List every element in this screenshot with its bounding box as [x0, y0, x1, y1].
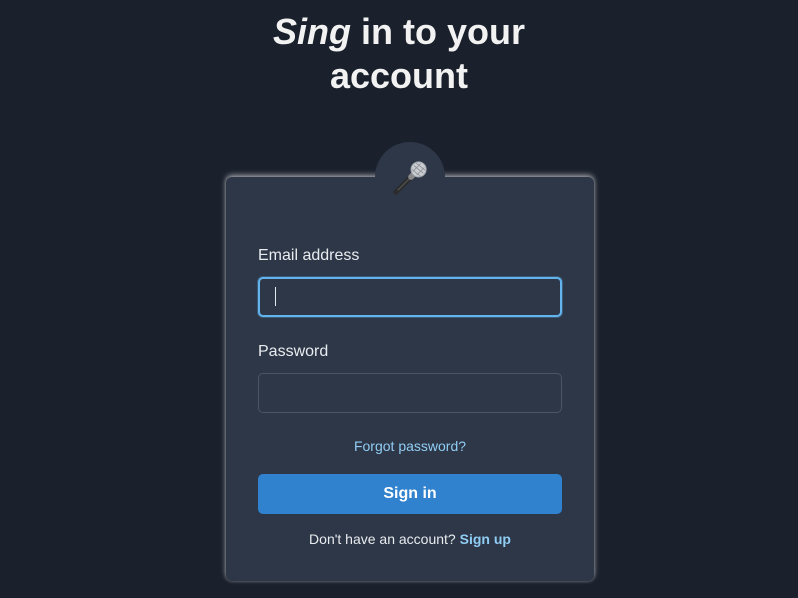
signup-prompt-line: Don't have an account? Sign up: [226, 531, 594, 547]
text-caret: [275, 287, 276, 306]
signup-prompt: Don't have an account?: [309, 531, 456, 547]
password-label: Password: [258, 343, 329, 360]
sign-in-button[interactable]: Sign in: [258, 474, 562, 514]
sign-up-link[interactable]: Sign up: [460, 531, 511, 547]
forgot-password-link[interactable]: Forgot password?: [226, 438, 594, 454]
email-label: Email address: [258, 247, 360, 264]
microphone-icon: [393, 161, 427, 195]
email-field[interactable]: [258, 277, 562, 317]
title-line-2: account: [329, 55, 469, 96]
page-title: Sing in to your account: [0, 10, 798, 98]
title-emphasis: Sing: [273, 11, 351, 52]
password-field[interactable]: [258, 373, 562, 413]
title-rest: in to your: [351, 11, 525, 52]
